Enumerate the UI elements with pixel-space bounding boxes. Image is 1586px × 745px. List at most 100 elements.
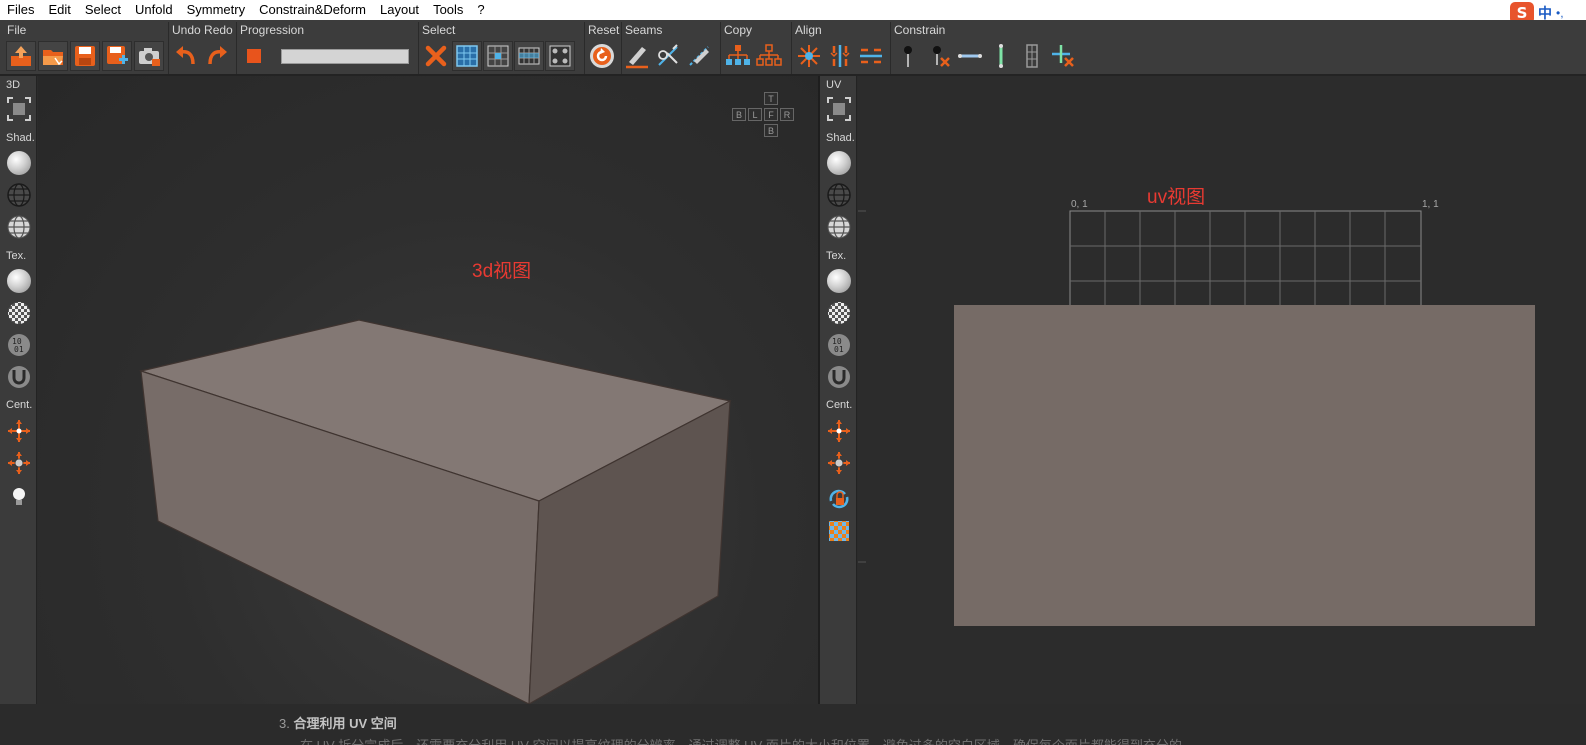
texture-uv-button[interactable] xyxy=(4,362,33,391)
box-mesh[interactable] xyxy=(38,76,818,704)
invert-selection-icon xyxy=(487,45,509,67)
menu-unfold[interactable]: Unfold xyxy=(128,0,180,20)
pin-icon xyxy=(904,46,912,67)
frame-3d-button[interactable] xyxy=(4,94,33,123)
menu-select[interactable]: Select xyxy=(78,0,128,20)
uv-texture-distortion-button[interactable]: 10 01 xyxy=(824,330,853,359)
group-label-copy: Copy xyxy=(724,23,753,37)
group-label-select: Select xyxy=(422,23,456,37)
folder-open-icon xyxy=(43,50,63,66)
texture-distortion-button[interactable]: 10 01 xyxy=(4,330,33,359)
save-as-button[interactable] xyxy=(102,41,132,71)
uv-shading-wire-button[interactable] xyxy=(824,180,853,209)
select-island-button[interactable] xyxy=(514,41,544,71)
open-file-button[interactable] xyxy=(38,41,68,71)
uv-island[interactable] xyxy=(954,305,1535,626)
unpin-button[interactable] xyxy=(924,41,954,71)
uv-texture-checker-button[interactable] xyxy=(824,298,853,327)
select-pattern-button[interactable] xyxy=(545,41,575,71)
article-heading-text: 合理利用 UV 空间 xyxy=(293,716,397,731)
texture-none-button[interactable] xyxy=(4,266,33,295)
checker-tile-icon xyxy=(828,520,849,541)
pin-button[interactable] xyxy=(893,41,923,71)
constrain-horizontal-button[interactable] xyxy=(955,41,985,71)
wire-sphere-icon xyxy=(6,182,31,207)
light-bulb-icon xyxy=(12,487,25,505)
invert-selection-button[interactable] xyxy=(483,41,513,71)
align-vertical-button[interactable] xyxy=(825,41,855,71)
uv-canvas[interactable] xyxy=(858,76,1586,704)
center-pivot-button[interactable] xyxy=(4,416,33,445)
auto-seam-icon xyxy=(689,46,709,66)
redo-button[interactable] xyxy=(202,41,232,71)
menu-symmetry[interactable]: Symmetry xyxy=(180,0,253,20)
article-heading-number: 3. xyxy=(279,716,290,731)
undo-button[interactable] xyxy=(171,41,201,71)
toolbar-group-reset: Reset xyxy=(585,20,621,74)
frame-uv-button[interactable] xyxy=(824,94,853,123)
texture-checker-button[interactable] xyxy=(4,298,33,327)
clear-selection-icon xyxy=(425,45,447,67)
constrain-edge-button[interactable] xyxy=(1017,41,1047,71)
vertical-line-icon xyxy=(999,44,1003,68)
section-label-shading: Shad. xyxy=(826,132,855,144)
remove-constraints-button[interactable] xyxy=(1048,41,1078,71)
menu-files[interactable]: Files xyxy=(0,0,41,20)
uv-center-pivot-button[interactable] xyxy=(824,416,853,445)
align-horizontal-button[interactable] xyxy=(856,41,886,71)
shading-wire-button[interactable] xyxy=(4,180,33,209)
paste-uv-button[interactable] xyxy=(754,41,784,71)
viewport-3d[interactable]: 3d视图 T B L F R B xyxy=(38,76,818,704)
constrain-vertical-button[interactable] xyxy=(986,41,1016,71)
toolbar-group-constrain: Constrain xyxy=(891,20,1091,74)
select-all-button[interactable] xyxy=(452,41,482,71)
wire-smooth-sphere-icon xyxy=(827,214,850,239)
section-label-texture: Tex. xyxy=(6,250,27,262)
reset-button[interactable] xyxy=(587,41,617,71)
auto-seams-button[interactable] xyxy=(684,41,714,71)
save-button[interactable] xyxy=(70,41,100,71)
deselect-button[interactable] xyxy=(421,41,451,71)
center-world-button[interactable] xyxy=(4,448,33,477)
wire-sphere-icon xyxy=(826,182,851,207)
magnet-sphere-icon xyxy=(827,365,850,388)
copy-uv-button[interactable] xyxy=(723,41,753,71)
stop-button[interactable] xyxy=(239,41,269,71)
uv-texture-uv-button[interactable] xyxy=(824,362,853,391)
uv-texture-none-button[interactable] xyxy=(824,266,853,295)
section-label-texture: Tex. xyxy=(826,250,847,262)
menu-bar: Files Edit Select Unfold Symmetry Constr… xyxy=(0,0,1586,20)
screenshot-button[interactable] xyxy=(134,41,164,71)
menu-tools[interactable]: Tools xyxy=(426,0,470,20)
ime-punctuation-indicator[interactable]: •, xyxy=(1556,6,1564,20)
side-panel-3d: 3D Shad. Tex. 10 01 Cent. xyxy=(0,76,37,704)
lighting-button[interactable] xyxy=(4,482,33,511)
group-label-progression: Progression xyxy=(240,23,305,37)
group-label-reset: Reset xyxy=(588,23,620,37)
align-auto-button[interactable] xyxy=(794,41,824,71)
menu-constrain-deform[interactable]: Constrain&Deform xyxy=(252,0,373,20)
cut-pen-icon xyxy=(626,47,648,69)
shading-smooth-button[interactable] xyxy=(4,148,33,177)
uv-checker-tile-button[interactable] xyxy=(824,516,853,545)
checker-sphere-icon xyxy=(7,301,30,324)
weld-seam-button[interactable] xyxy=(653,41,683,71)
toolbar-group-select: Select xyxy=(419,20,583,74)
menu-help[interactable]: ? xyxy=(470,0,491,20)
uv-lock-rotate-button[interactable] xyxy=(824,484,853,513)
uv-shading-smooth-button[interactable] xyxy=(824,148,853,177)
article-heading: 3. 合理利用 UV 空间 xyxy=(279,713,397,732)
cut-seam-button[interactable] xyxy=(622,41,652,71)
uv-shading-wire-smooth-button[interactable] xyxy=(824,212,853,241)
uv-corner-label-top-left: 0, 1 xyxy=(1071,199,1088,210)
viewport-uv[interactable]: 1 0 0, 1 1, 1 uv视图 xyxy=(858,76,1586,704)
horizontal-line-icon xyxy=(958,54,982,58)
paste-tree-icon xyxy=(756,44,782,66)
unpin-icon xyxy=(933,46,950,67)
menu-edit[interactable]: Edit xyxy=(41,0,77,20)
uv-center-world-button[interactable] xyxy=(824,448,853,477)
menu-layout[interactable]: Layout xyxy=(373,0,426,20)
new-file-button[interactable] xyxy=(6,41,36,71)
shading-wire-smooth-button[interactable] xyxy=(4,212,33,241)
weld-icon xyxy=(658,44,678,66)
